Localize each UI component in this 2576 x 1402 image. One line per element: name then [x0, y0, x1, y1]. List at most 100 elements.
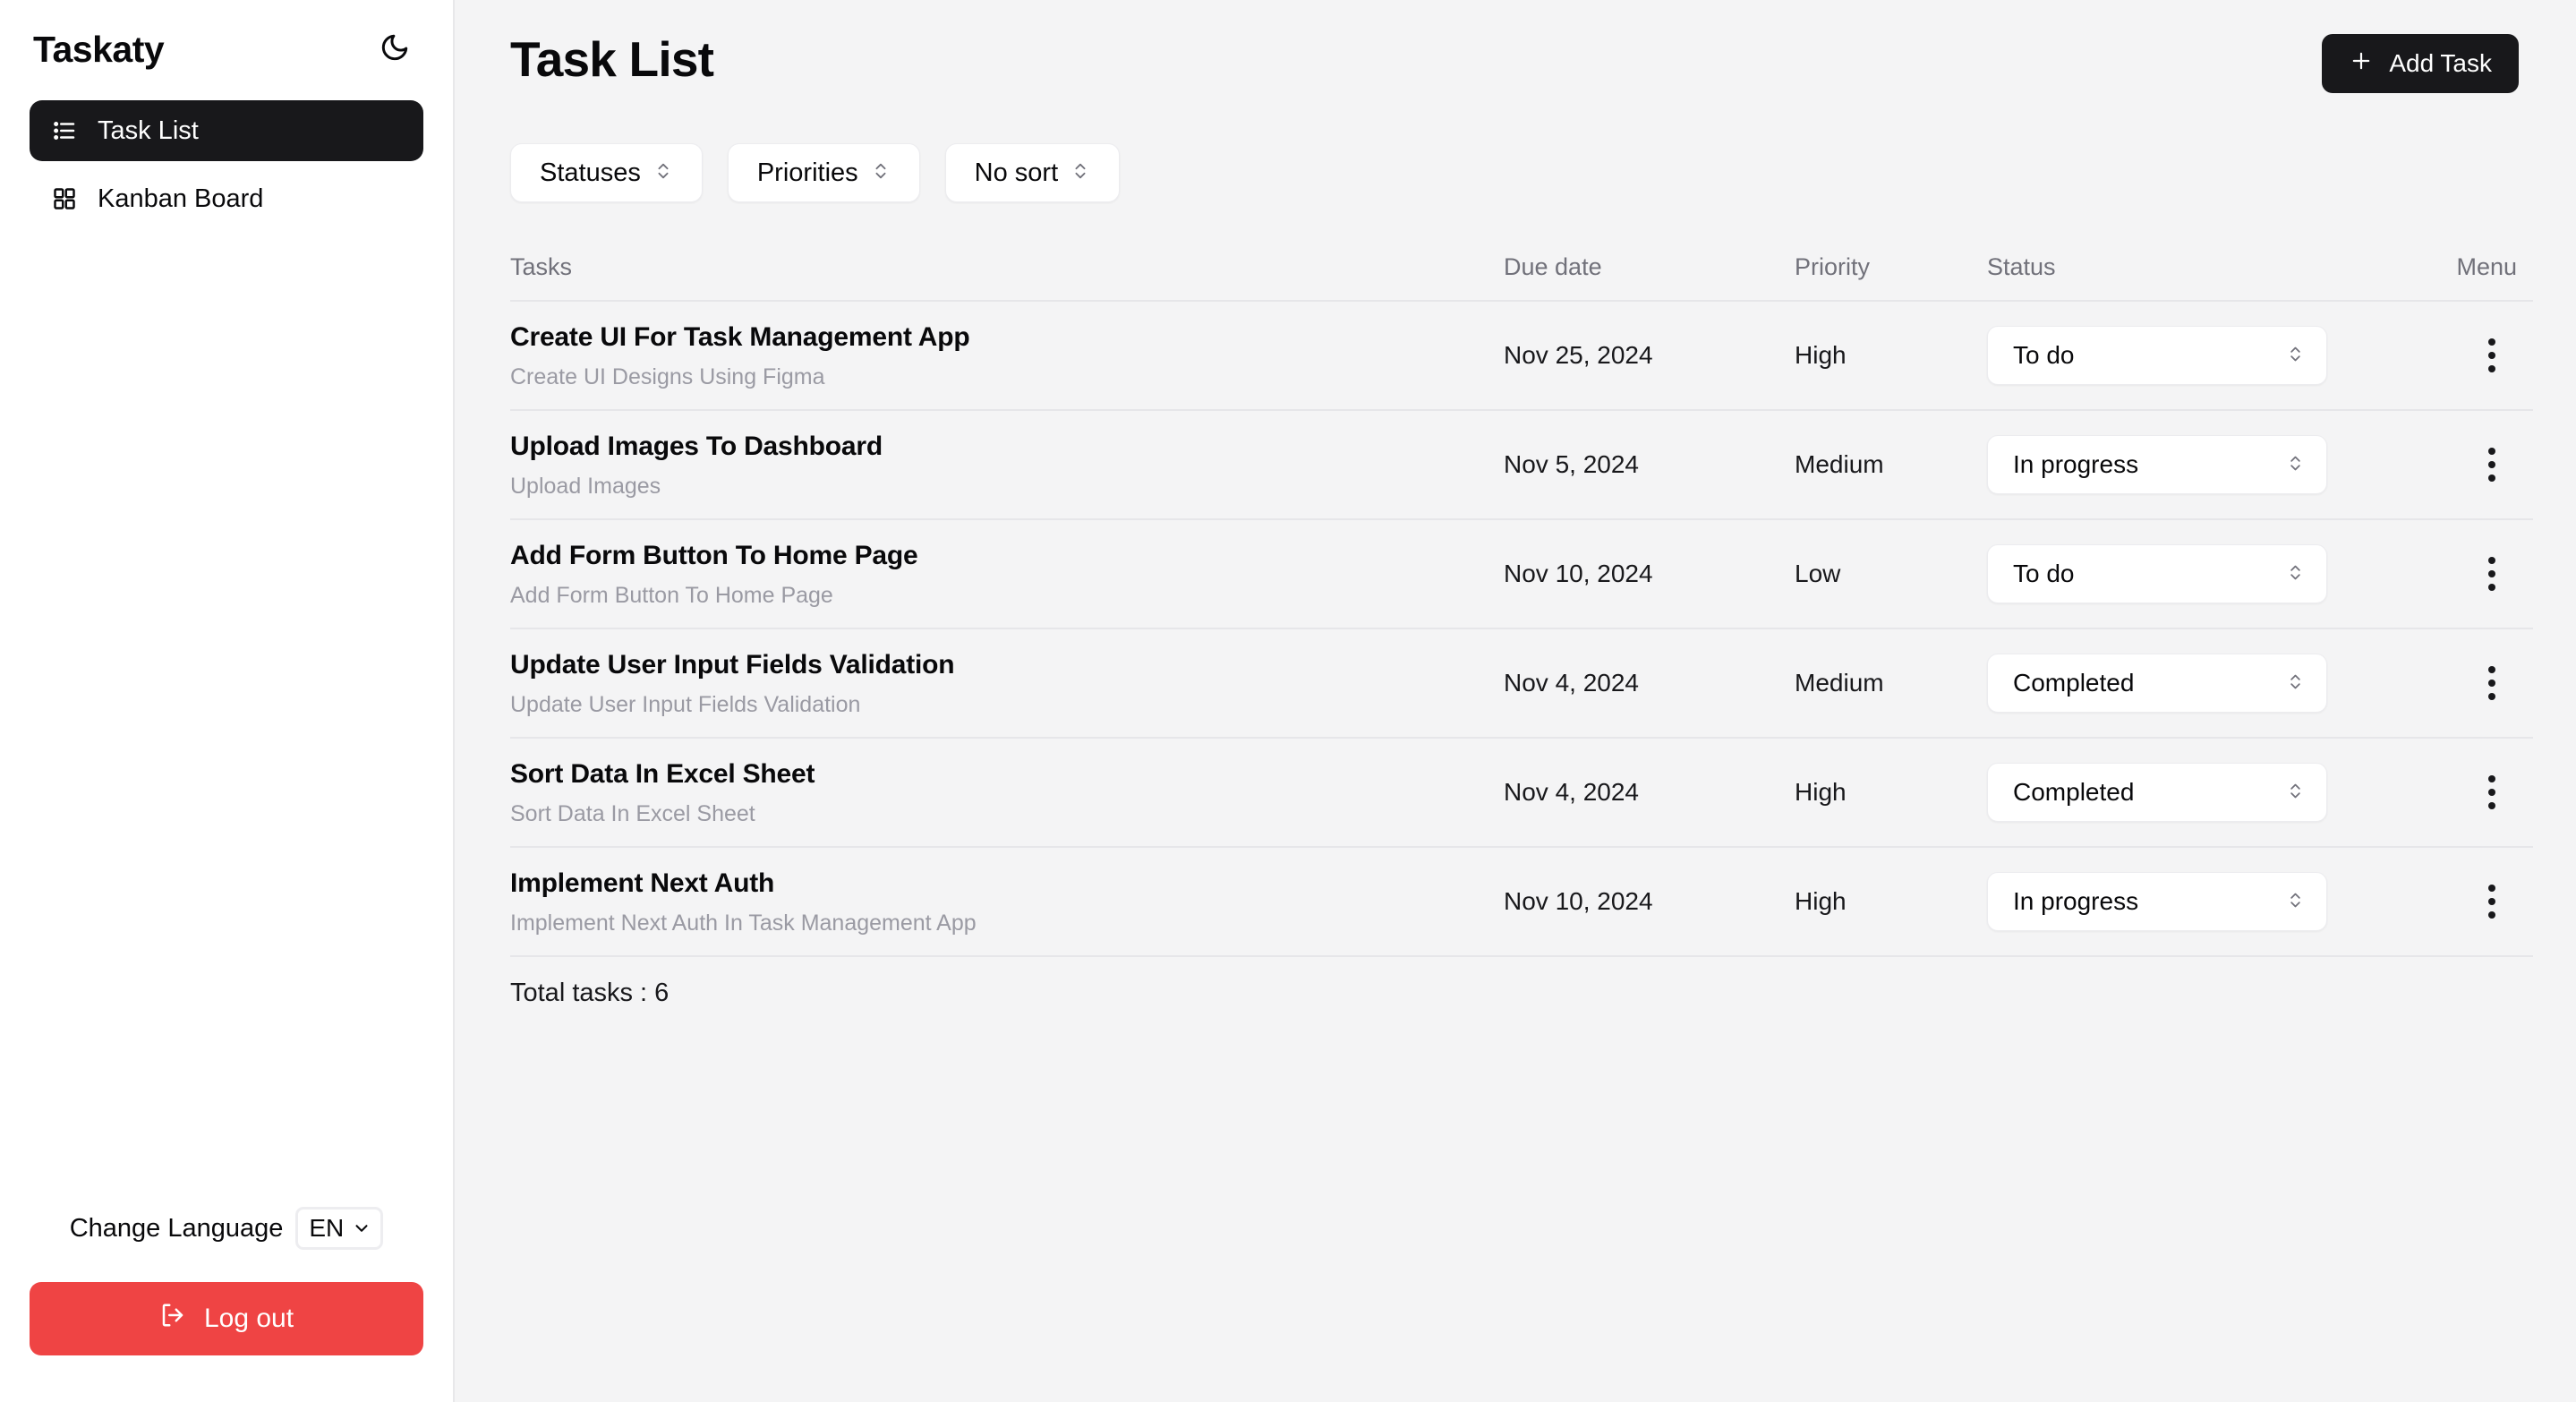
sidebar: Taskaty Task List: [0, 0, 455, 1402]
page-header: Task List Add Task: [510, 34, 2519, 106]
task-description: Create UI Designs Using Figma: [510, 363, 1504, 390]
menu-cell: [2385, 549, 2533, 599]
table-row[interactable]: Update User Input Fields Validation Upda…: [510, 629, 2533, 739]
row-menu-button[interactable]: [2467, 767, 2517, 817]
task-description: Sort Data In Excel Sheet: [510, 800, 1504, 827]
task-cell: Create UI For Task Management App Create…: [510, 321, 1504, 390]
status-cell: To do: [1987, 326, 2385, 385]
priority-cell: High: [1795, 887, 1987, 916]
table-row[interactable]: Implement Next Auth Implement Next Auth …: [510, 848, 2533, 957]
menu-cell: [2385, 658, 2533, 708]
chevron-up-down-icon: [871, 158, 891, 188]
logout-icon: [159, 1302, 186, 1336]
total-tasks-label: Total tasks : 6: [510, 957, 2533, 1029]
sidebar-item-label: Task List: [98, 116, 199, 146]
row-menu-button[interactable]: [2467, 876, 2517, 927]
sidebar-spacer: [30, 229, 423, 1207]
menu-cell: [2385, 767, 2533, 817]
task-cell: Update User Input Fields Validation Upda…: [510, 648, 1504, 718]
status-select-value: Completed: [2013, 669, 2134, 697]
priority-cell: Low: [1795, 560, 1987, 588]
main-content: Task List Add Task Statuses Priorities: [455, 0, 2576, 1402]
sidebar-item-label: Kanban Board: [98, 184, 263, 214]
moon-icon: [380, 32, 410, 67]
status-select[interactable]: Completed: [1987, 654, 2327, 713]
task-cell: Implement Next Auth Implement Next Auth …: [510, 867, 1504, 936]
theme-toggle-button[interactable]: [371, 26, 418, 73]
task-table: Tasks Due date Priority Status Menu Crea…: [510, 252, 2533, 1029]
status-select-value: In progress: [2013, 450, 2138, 479]
chevron-up-down-icon: [2286, 778, 2305, 807]
menu-cell: [2385, 876, 2533, 927]
task-title: Update User Input Fields Validation: [510, 648, 1504, 682]
priorities-filter-label: Priorities: [757, 158, 858, 188]
status-select[interactable]: To do: [1987, 326, 2327, 385]
due-date-cell: Nov 4, 2024: [1504, 778, 1795, 807]
language-select[interactable]: EN: [295, 1207, 383, 1250]
chevron-up-down-icon: [1070, 158, 1090, 188]
priority-cell: High: [1795, 778, 1987, 807]
status-select-value: In progress: [2013, 887, 2138, 916]
menu-cell: [2385, 330, 2533, 380]
sidebar-item-task-list[interactable]: Task List: [30, 100, 423, 161]
task-description: Implement Next Auth In Task Management A…: [510, 910, 1504, 936]
column-header-menu: Menu: [2385, 252, 2533, 281]
task-title: Add Form Button To Home Page: [510, 539, 1504, 573]
row-menu-button[interactable]: [2467, 440, 2517, 490]
priority-cell: Medium: [1795, 450, 1987, 479]
task-title: Sort Data In Excel Sheet: [510, 757, 1504, 791]
table-row[interactable]: Upload Images To Dashboard Upload Images…: [510, 411, 2533, 520]
chevron-up-down-icon: [2286, 669, 2305, 697]
table-row[interactable]: Add Form Button To Home Page Add Form Bu…: [510, 520, 2533, 629]
table-row[interactable]: Sort Data In Excel Sheet Sort Data In Ex…: [510, 739, 2533, 848]
status-cell: Completed: [1987, 763, 2385, 822]
task-description: Upload Images: [510, 473, 1504, 500]
priorities-filter-button[interactable]: Priorities: [728, 143, 920, 202]
column-header-due-date: Due date: [1504, 252, 1795, 281]
status-cell: In progress: [1987, 435, 2385, 494]
status-select[interactable]: To do: [1987, 544, 2327, 603]
table-row[interactable]: Create UI For Task Management App Create…: [510, 302, 2533, 411]
statuses-filter-button[interactable]: Statuses: [510, 143, 703, 202]
due-date-cell: Nov 4, 2024: [1504, 669, 1795, 697]
logout-button[interactable]: Log out: [30, 1282, 423, 1355]
app-title: Taskaty: [33, 29, 164, 71]
grid-icon: [51, 185, 78, 212]
chevron-down-icon: [352, 1218, 371, 1238]
list-icon: [51, 117, 78, 144]
statuses-filter-label: Statuses: [540, 158, 641, 188]
sort-filter-button[interactable]: No sort: [945, 143, 1120, 202]
due-date-cell: Nov 10, 2024: [1504, 887, 1795, 916]
logout-label: Log out: [204, 1304, 294, 1334]
due-date-cell: Nov 5, 2024: [1504, 450, 1795, 479]
status-cell: In progress: [1987, 872, 2385, 931]
row-menu-button[interactable]: [2467, 658, 2517, 708]
add-task-button[interactable]: Add Task: [2322, 34, 2519, 93]
status-select-value: To do: [2013, 341, 2075, 370]
page-title: Task List: [510, 34, 713, 86]
task-title: Upload Images To Dashboard: [510, 430, 1504, 464]
task-cell: Upload Images To Dashboard Upload Images: [510, 430, 1504, 500]
chevron-up-down-icon: [653, 158, 673, 188]
chevron-up-down-icon: [2286, 560, 2305, 588]
column-header-priority: Priority: [1795, 252, 1987, 281]
due-date-cell: Nov 10, 2024: [1504, 560, 1795, 588]
row-menu-button[interactable]: [2467, 549, 2517, 599]
sidebar-item-kanban-board[interactable]: Kanban Board: [30, 168, 423, 229]
menu-cell: [2385, 440, 2533, 490]
priority-cell: Medium: [1795, 669, 1987, 697]
status-select[interactable]: In progress: [1987, 872, 2327, 931]
column-header-status: Status: [1987, 252, 2385, 281]
row-menu-button[interactable]: [2467, 330, 2517, 380]
add-task-label: Add Task: [2389, 49, 2492, 78]
status-select[interactable]: Completed: [1987, 763, 2327, 822]
status-select[interactable]: In progress: [1987, 435, 2327, 494]
chevron-up-down-icon: [2286, 341, 2305, 370]
chevron-up-down-icon: [2286, 887, 2305, 916]
sort-filter-label: No sort: [975, 158, 1058, 188]
change-language-row: Change Language EN: [30, 1207, 423, 1250]
task-description: Add Form Button To Home Page: [510, 582, 1504, 609]
task-title: Create UI For Task Management App: [510, 321, 1504, 355]
sidebar-brand-row: Taskaty: [30, 23, 423, 75]
change-language-label: Change Language: [70, 1214, 284, 1244]
